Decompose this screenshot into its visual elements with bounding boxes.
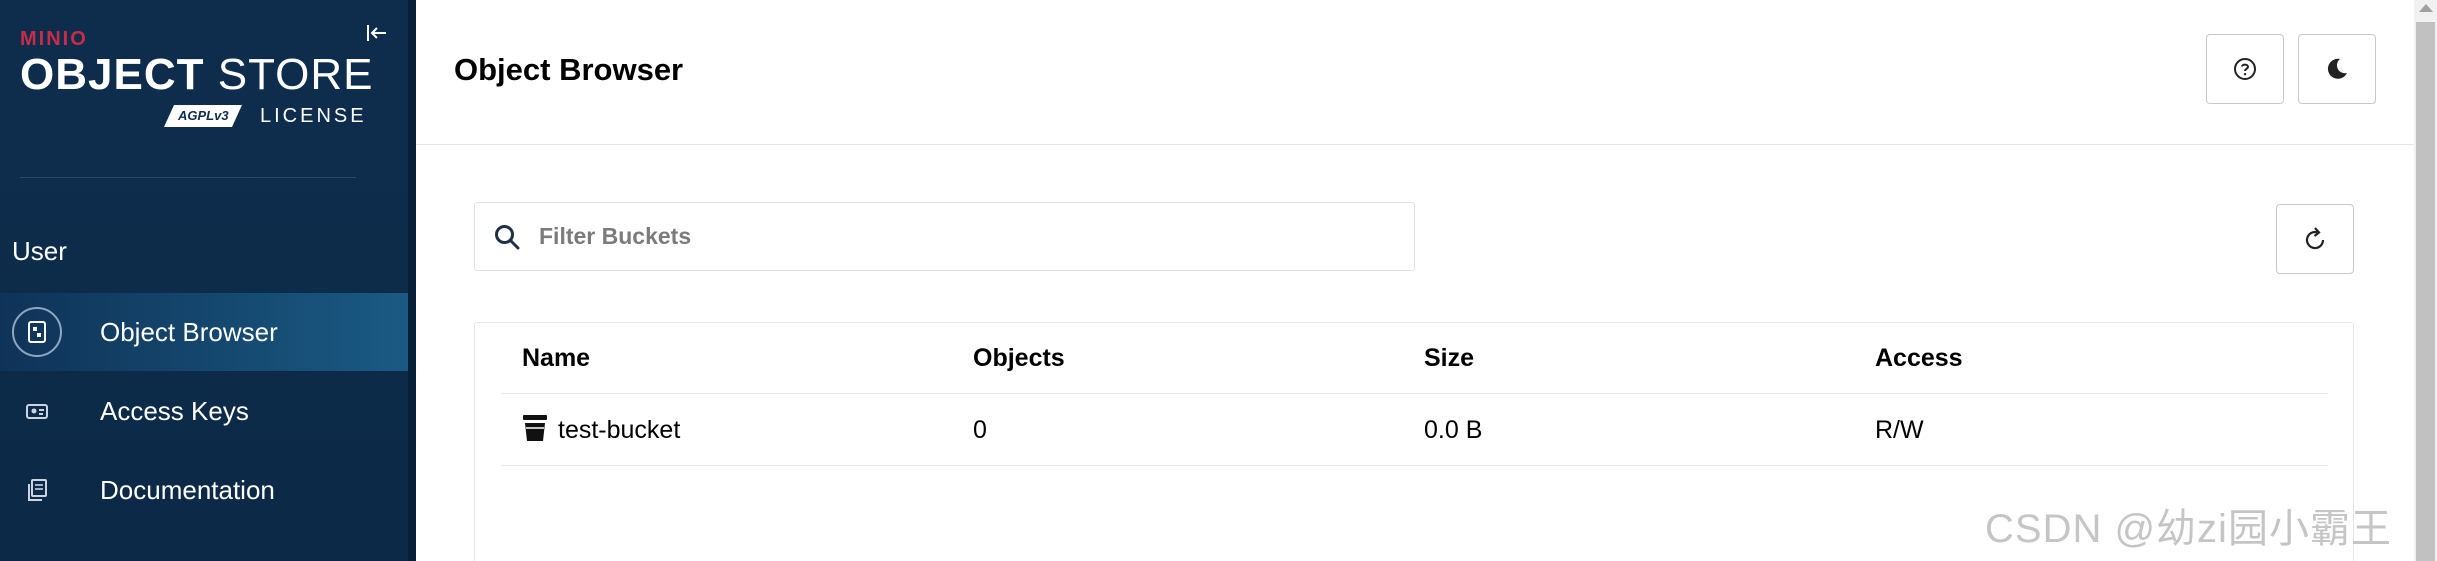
watermark-text: CSDN @幼zi园小霸王 [1985, 507, 2392, 551]
column-header-objects[interactable]: Objects [973, 344, 1065, 373]
bucket-size: 0.0 B [1424, 416, 1483, 444]
column-header-access[interactable]: Access [1875, 344, 1963, 373]
sidebar-item-access-keys[interactable]: Access Keys [0, 372, 408, 450]
scroll-up-arrow-icon[interactable] [2419, 4, 2433, 12]
sidebar-divider [20, 177, 356, 178]
scrollbar-thumb[interactable] [2416, 22, 2435, 561]
filter-buckets-input[interactable] [539, 203, 1399, 270]
access-keys-icon [12, 386, 62, 436]
page-header: Object Browser [416, 0, 2414, 145]
help-button[interactable] [2206, 34, 2284, 104]
logo-license-text: LICENSE [260, 104, 367, 127]
bucket-name[interactable]: test-bucket [558, 416, 680, 445]
minio-logo: MINIO OBJECT STORE AGPLv3 LICENSE [20, 28, 374, 129]
bucket-objects: 0 [973, 416, 987, 444]
refresh-icon [2305, 227, 2325, 250]
refresh-button[interactable] [2276, 204, 2354, 274]
table-row[interactable]: test-bucket 0 0.0 B R/W [502, 394, 2328, 466]
logo-title-light: STORE [217, 50, 374, 99]
page-title: Object Browser [454, 52, 684, 87]
object-browser-icon [12, 307, 62, 357]
logo-product-name: OBJECT STORE [20, 53, 374, 97]
documentation-icon [12, 465, 62, 515]
column-header-size[interactable]: Size [1424, 344, 1474, 373]
dark-mode-toggle-button[interactable] [2298, 34, 2376, 104]
sidebar-section-label: User [12, 236, 67, 266]
collapse-sidebar-button[interactable] [362, 18, 392, 48]
sidebar-item-label: Object Browser [100, 316, 278, 347]
logo-minio-text: MINIO [20, 28, 88, 50]
logo-title-bold: OBJECT [20, 50, 205, 99]
filter-buckets-field[interactable] [474, 202, 1415, 271]
search-icon [495, 225, 520, 250]
help-icon [2234, 58, 2256, 80]
sidebar: MINIO OBJECT STORE AGPLv3 LICENSE User O… [0, 0, 408, 561]
moon-icon [2327, 58, 2347, 79]
sidebar-item-label: Documentation [100, 474, 275, 505]
collapse-arrow-icon [367, 25, 386, 41]
agpl-logo-icon: AGPLv3 [164, 105, 242, 127]
bucket-access: R/W [1875, 416, 1924, 444]
agpl-logo-text: AGPLv3 [177, 108, 229, 123]
bucket-icon [523, 415, 547, 441]
sidebar-edge [408, 0, 416, 561]
sidebar-item-object-browser[interactable]: Object Browser [0, 293, 408, 371]
column-header-name[interactable]: Name [522, 344, 590, 373]
sidebar-item-label: Access Keys [100, 395, 249, 426]
sidebar-item-documentation[interactable]: Documentation [0, 451, 408, 529]
